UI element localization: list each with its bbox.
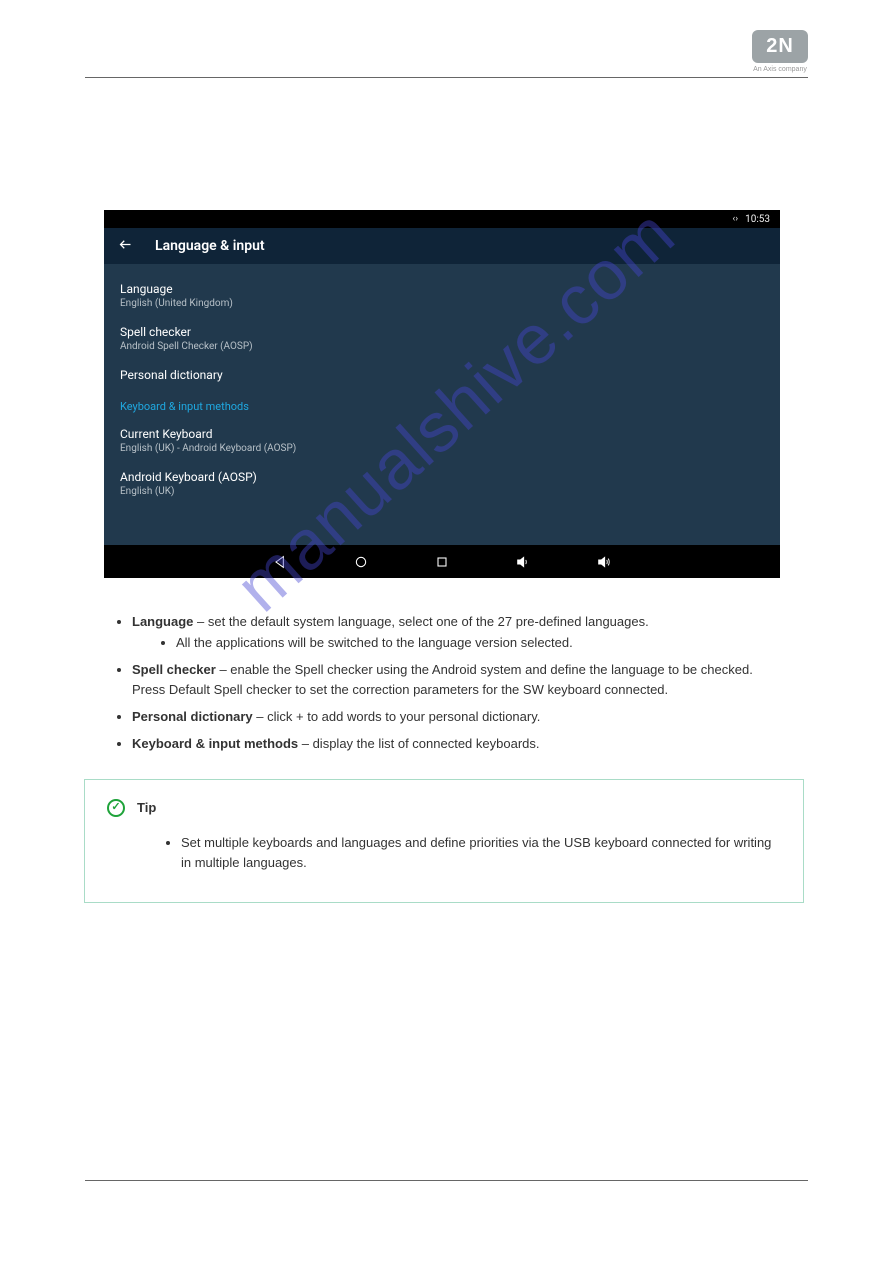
setting-current-keyboard[interactable]: Current Keyboard English (UK) - Android … [120,419,764,462]
setting-subtitle: English (UK) [120,486,764,497]
status-bar: ‹ › 10:53 [104,210,780,228]
nav-back-icon[interactable] [272,554,288,570]
list-item: Personal dictionary – click + to add wor… [132,707,780,728]
setting-title: Language [120,282,764,296]
setting-language[interactable]: Language English (United Kingdom) [120,274,764,317]
description-list: Language – set the default system langua… [104,612,780,903]
setting-title: Android Keyboard (AOSP) [120,470,764,484]
list-item: Keyboard & input methods – display the l… [132,734,780,755]
logo-tagline: An Axis company [752,66,808,73]
bullet-text: – display the list of connected keyboard… [298,736,539,751]
bullet-text: – set the default system language, selec… [193,614,648,629]
list-item: All the applications will be switched to… [176,633,780,654]
status-network-icon: ‹ › [732,214,737,224]
settings-list: Language English (United Kingdom) Spell … [104,264,780,545]
check-circle-icon: ✓ [107,799,125,817]
setting-android-keyboard[interactable]: Android Keyboard (AOSP) English (UK) [120,462,764,505]
bullet-text: – click + to add words to your personal … [253,709,541,724]
setting-title: Current Keyboard [120,427,764,441]
bullet-label: Language [132,614,193,629]
tip-callout: ✓ Tip Set multiple keyboards and languag… [84,779,804,903]
list-item: Language – set the default system langua… [132,612,780,654]
tip-body: Set multiple keyboards and languages and… [181,835,771,871]
header-rule [85,77,808,78]
footer-rule [85,1180,808,1181]
setting-subtitle: English (United Kingdom) [120,298,764,309]
nav-bar [104,545,780,578]
status-time: 10:53 [745,214,770,225]
setting-spell-checker[interactable]: Spell checker Android Spell Checker (AOS… [120,317,764,360]
section-keyboard-methods: Keyboard & input methods [120,390,764,419]
nav-volume-up-icon[interactable] [596,554,612,570]
nav-recent-icon[interactable] [434,554,450,570]
bullet-label: Personal dictionary [132,709,253,724]
setting-subtitle: Android Spell Checker (AOSP) [120,341,764,352]
bullet-label: Keyboard & input methods [132,736,298,751]
setting-personal-dictionary[interactable]: Personal dictionary [120,360,764,390]
brand-logo: 2N An Axis company [752,30,808,73]
app-bar-title: Language & input [155,238,265,254]
bullet-text: All the applications will be switched to… [176,635,573,650]
app-bar: Language & input [104,228,780,264]
setting-title: Spell checker [120,325,764,339]
bullet-label: Spell checker [132,662,216,677]
nav-volume-down-icon[interactable] [515,554,531,570]
list-item: Set multiple keyboards and languages and… [181,833,781,875]
setting-title: Personal dictionary [120,368,764,382]
bullet-text: – enable the Spell checker using the And… [132,662,753,698]
logo-badge: 2N [752,30,808,63]
list-item: Spell checker – enable the Spell checker… [132,660,780,702]
nav-home-icon[interactable] [353,554,369,570]
device-screenshot: ‹ › 10:53 Language & input Language Engl… [104,210,780,578]
back-arrow-icon[interactable] [118,237,133,256]
tip-title: Tip [137,798,156,819]
setting-subtitle: English (UK) - Android Keyboard (AOSP) [120,443,764,454]
